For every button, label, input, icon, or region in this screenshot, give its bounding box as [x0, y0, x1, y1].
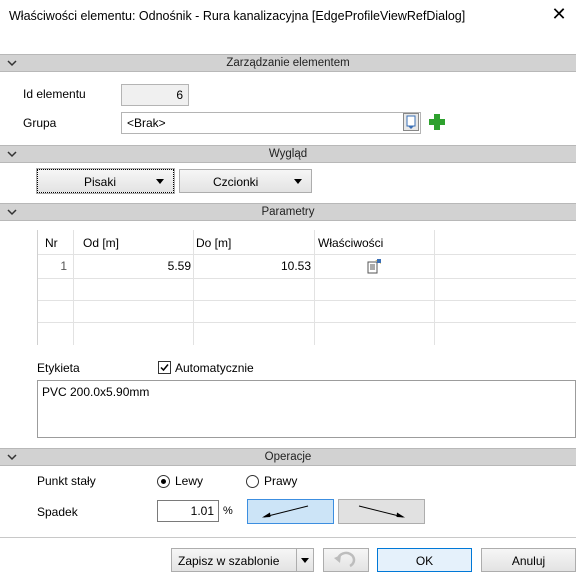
cancel-button[interactable]: Anuluj [481, 548, 576, 572]
cell-od[interactable]: 5.59 [168, 259, 191, 273]
close-button[interactable]: ✕ [548, 3, 570, 25]
undo-icon [334, 551, 356, 568]
id-label: Id elementu [23, 87, 86, 101]
column-header-properties[interactable]: Właściwości [318, 236, 383, 250]
column-header-nr[interactable]: Nr [45, 236, 58, 250]
slope-value: 1.01 [190, 504, 214, 518]
slope-left-direction-button[interactable] [247, 499, 334, 524]
fixed-point-label: Punkt stały [37, 474, 96, 488]
arrow-down-right-icon [358, 505, 405, 518]
footer-divider [0, 537, 576, 538]
group-label: Grupa [23, 116, 57, 130]
section-parameters-header[interactable]: Parametry [0, 203, 576, 221]
check-icon [160, 364, 169, 372]
grid-divider [38, 322, 576, 323]
radio-right[interactable] [246, 475, 259, 488]
slope-label: Spadek [37, 505, 78, 519]
section-management-header[interactable]: Zarządzanie elementem [0, 54, 576, 72]
section-operations-header[interactable]: Operacje [0, 448, 576, 466]
column-header-od[interactable]: Od [m] [83, 236, 119, 250]
section-appearance-header[interactable]: Wygląd [0, 145, 576, 163]
group-picker-button[interactable] [403, 113, 419, 131]
cancel-label: Anuluj [511, 554, 546, 568]
save-template-dropdown[interactable] [297, 548, 314, 572]
fonts-dropdown[interactable]: Czcionki [179, 169, 312, 193]
grid-divider [38, 300, 576, 301]
id-field: 6 [121, 84, 189, 106]
slope-unit: % [223, 505, 233, 517]
label-textarea[interactable]: PVC 200.0x5.90mm [37, 380, 576, 438]
grid-divider [434, 230, 435, 345]
parameters-table[interactable]: Nr Od [m] Do [m] Właściwości 1 5.59 10.5… [37, 230, 576, 345]
group-field[interactable]: <Brak> [121, 112, 421, 134]
window-title: Właściwości elementu: Odnośnik - Rura ka… [9, 9, 466, 23]
slope-right-direction-button[interactable] [338, 499, 425, 524]
pens-dropdown[interactable]: Pisaki [36, 168, 175, 194]
picker-icon [406, 115, 416, 129]
table-row[interactable]: 1 5.59 10.53 [38, 255, 576, 278]
section-title: Wygląd [268, 148, 308, 160]
column-header-do[interactable]: Do [m] [196, 236, 231, 250]
label-text: PVC 200.0x5.90mm [42, 385, 150, 399]
cell-do[interactable]: 10.53 [281, 259, 311, 273]
auto-label-checkbox[interactable] [158, 361, 171, 374]
chevron-down-icon [301, 558, 309, 563]
fonts-label: Czcionki [213, 175, 259, 189]
pens-label: Pisaki [84, 175, 117, 189]
undo-button[interactable] [323, 548, 369, 572]
ok-label: OK [415, 554, 434, 568]
grid-divider [38, 278, 576, 279]
chevron-down-icon [294, 179, 302, 184]
id-value: 6 [176, 88, 183, 102]
save-template-label: Zapisz w szablonie [178, 554, 280, 568]
label-caption: Etykieta [37, 361, 80, 375]
plus-icon [429, 114, 445, 130]
grid-divider [73, 230, 74, 345]
grid-divider [193, 230, 194, 345]
chevron-down-icon [156, 179, 164, 184]
table-header: Nr Od [m] Do [m] Właściwości [38, 230, 576, 255]
section-title: Operacje [264, 451, 312, 463]
radio-right-label[interactable]: Prawy [264, 474, 297, 488]
save-template-button[interactable]: Zapisz w szablonie [171, 548, 297, 572]
radio-left[interactable] [157, 475, 170, 488]
section-title: Parametry [261, 206, 315, 218]
section-title: Zarządzanie elementem [226, 57, 350, 69]
cell-nr: 1 [60, 259, 67, 273]
add-group-button[interactable] [427, 112, 447, 132]
grid-divider [314, 230, 315, 345]
arrow-down-left-icon [262, 505, 309, 518]
properties-edit-icon[interactable] [367, 258, 383, 274]
group-value: <Brak> [127, 116, 166, 130]
ok-button[interactable]: OK [377, 548, 472, 572]
radio-left-label[interactable]: Lewy [175, 474, 203, 488]
slope-input[interactable]: 1.01 [157, 500, 219, 522]
title-bar: Właściwości elementu: Odnośnik - Rura ka… [0, 0, 576, 30]
auto-label-text[interactable]: Automatycznie [175, 361, 254, 375]
